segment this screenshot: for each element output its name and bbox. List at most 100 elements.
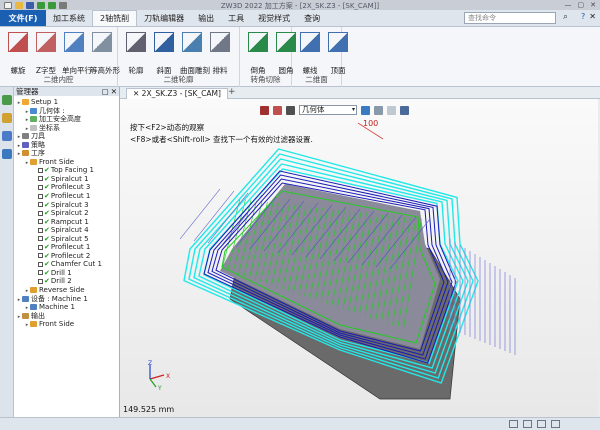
checkbox[interactable] <box>38 202 43 208</box>
manager-tab-icon[interactable] <box>2 95 12 105</box>
minimize-icon[interactable]: — <box>565 1 572 9</box>
tree-item-label: Spiralcut 1 <box>50 174 89 183</box>
tree-item[interactable]: ✔Rampcut 1 <box>14 218 120 227</box>
new-tab-icon[interactable]: + <box>228 87 236 97</box>
tree-item-label: Top Facing 1 <box>50 166 94 175</box>
checkbox[interactable] <box>38 193 43 199</box>
3d-viewport[interactable]: 几何体 100 按下<F2>动态的观察 <F8>或者<Shift-roll> 查… <box>120 99 598 417</box>
tree-item[interactable]: ✔Spiralcut 2 <box>14 209 120 218</box>
status-snap-icon[interactable] <box>537 420 546 428</box>
ribbon-button-0-2[interactable]: 单向平行 <box>62 32 92 76</box>
help-icon[interactable]: ? <box>581 12 585 21</box>
ribbon-group-0: 螺旋 Z字型 单向平行 等高外形 二维内腔 <box>0 27 120 87</box>
status-display-icon[interactable] <box>509 420 518 428</box>
checkbox[interactable] <box>38 261 43 267</box>
tree-item[interactable]: ✔Drill 1 <box>14 269 120 278</box>
menu-tab-4[interactable]: 工具 <box>221 10 251 26</box>
checkbox[interactable] <box>38 210 43 216</box>
tree-item[interactable]: ▸ Machine 1 <box>14 303 120 312</box>
menu-tab-1[interactable]: 2轴铣削 <box>92 10 138 26</box>
menu-tab-2[interactable]: 刀轨编辑器 <box>137 10 191 26</box>
checkbox[interactable] <box>38 278 43 284</box>
ribbon-button-0-1[interactable]: Z字型 <box>34 32 58 76</box>
ribbon-button-1-2[interactable]: 曲面雕刻 <box>180 32 210 76</box>
tree-item-label: Spiralcut 3 <box>50 200 89 209</box>
file-menu-button[interactable]: 文件(F) <box>0 10 46 26</box>
document-tab-bar: ✕ 2X_SK.Z3 - [SK_CAM] + <box>120 87 600 99</box>
ribbon-button-3-1[interactable]: 顶面 <box>326 32 350 76</box>
status-filter-icon[interactable] <box>551 420 560 428</box>
toolpath-type-icon <box>36 32 56 52</box>
tree-item[interactable]: ✔Profilecut 1 <box>14 243 120 252</box>
checkbox[interactable] <box>38 167 43 173</box>
tree-item[interactable]: ▸ 输出 <box>14 312 120 321</box>
tree-item[interactable]: ▸ 几何体 : <box>14 107 120 116</box>
checkbox[interactable] <box>38 236 43 242</box>
tree-item-label: Machine 1 <box>39 303 75 312</box>
toolpath-type-icon <box>210 32 230 52</box>
checkmark-icon: ✔ <box>44 183 50 192</box>
tree-item[interactable]: ▸ Setup 1 <box>14 98 120 107</box>
tree-item[interactable]: ✔Spiralcut 5 <box>14 235 120 244</box>
ribbon-button-1-3[interactable]: 排料 <box>208 32 232 76</box>
tree-item[interactable]: ▸ 坐标系 <box>14 124 120 133</box>
ribbon-button-1-0[interactable]: 轮廓 <box>124 32 148 76</box>
tree-item-label: Drill 2 <box>50 277 72 286</box>
checkbox[interactable] <box>38 176 43 182</box>
checkbox[interactable] <box>38 270 43 276</box>
tree-item[interactable]: ✔Spiralcut 1 <box>14 175 120 184</box>
checkbox[interactable] <box>38 184 43 190</box>
menu-tab-3[interactable]: 输出 <box>191 10 221 26</box>
menu-tab-6[interactable]: 查询 <box>297 10 327 26</box>
document-tab[interactable]: ✕ 2X_SK.Z3 - [SK_CAM] <box>126 88 228 99</box>
layers-tab-icon[interactable] <box>2 131 12 141</box>
ribbon-button-3-0[interactable]: 螺线 <box>298 32 322 76</box>
checkbox[interactable] <box>38 253 43 259</box>
tree-item[interactable]: ✔Chamfer Cut 1 <box>14 260 120 269</box>
tree-item[interactable]: ✔Drill 2 <box>14 277 120 286</box>
tree-item[interactable]: ▸ 刀具 <box>14 132 120 141</box>
tree-item[interactable]: ▸ Reverse Side <box>14 286 120 295</box>
tree-item[interactable]: ▸ 加工安全高度 <box>14 115 120 124</box>
ribbon-button-1-1[interactable]: 斜面 <box>152 32 176 76</box>
tree-item[interactable]: ✔Top Facing 1 <box>14 166 120 175</box>
tree-item[interactable]: ▸ Front Side <box>14 320 120 329</box>
command-search-input[interactable]: 查找命令 <box>464 12 556 24</box>
checkmark-icon: ✔ <box>44 243 50 252</box>
menu-tab-0[interactable]: 加工系统 <box>46 10 92 26</box>
user-tab-icon[interactable] <box>2 149 12 159</box>
close-doc-icon[interactable]: ✕ <box>589 12 596 21</box>
search-icon[interactable]: ⌕ <box>563 12 568 22</box>
ribbon-button-0-0[interactable]: 螺旋 <box>6 32 30 76</box>
menu-tab-5[interactable]: 视觉样式 <box>251 10 297 26</box>
panel-title: 管理器 <box>16 87 39 96</box>
tree-item[interactable]: ▸ Front Side <box>14 158 120 167</box>
checkbox[interactable] <box>38 244 43 250</box>
maximize-icon[interactable]: ▢ <box>578 1 585 9</box>
tree-item[interactable]: ✔Profilecut 1 <box>14 192 120 201</box>
history-tab-icon[interactable] <box>2 113 12 123</box>
tree-item[interactable]: ✔Spiralcut 4 <box>14 226 120 235</box>
close-icon[interactable]: ✕ <box>590 1 596 9</box>
tree-item-label: Reverse Side <box>39 286 85 295</box>
tree-item[interactable]: ✔Profilecut 2 <box>14 252 120 261</box>
checkmark-icon: ✔ <box>44 200 50 209</box>
toolpath-type-icon <box>248 32 268 52</box>
tree-item[interactable]: ▸ 策略 <box>14 141 120 150</box>
tree-item[interactable]: ▸ 工序 <box>14 149 120 158</box>
tree-item-label: 策略 <box>31 140 45 149</box>
tree-item-label: Front Side <box>39 320 75 329</box>
tree-item[interactable]: ✔Profilecut 3 <box>14 183 120 192</box>
pin-icon[interactable]: ▢ <box>102 87 109 96</box>
status-grid-icon[interactable] <box>523 420 532 428</box>
panel-close-icon[interactable]: ✕ <box>111 87 117 96</box>
checkbox[interactable] <box>38 219 43 225</box>
tree-item[interactable]: ▸ 设备 : Machine 1 <box>14 295 120 304</box>
tree-item[interactable]: ✔Spiralcut 3 <box>14 201 120 210</box>
tree-item-label: Profilecut 1 <box>50 192 91 201</box>
folder-icon <box>30 107 37 114</box>
ribbon-button-0-3[interactable]: 等高外形 <box>90 32 120 76</box>
checkbox[interactable] <box>38 227 43 233</box>
axis-triad <box>149 365 165 388</box>
ribbon-button-2-0[interactable]: 倒角 <box>246 32 270 76</box>
